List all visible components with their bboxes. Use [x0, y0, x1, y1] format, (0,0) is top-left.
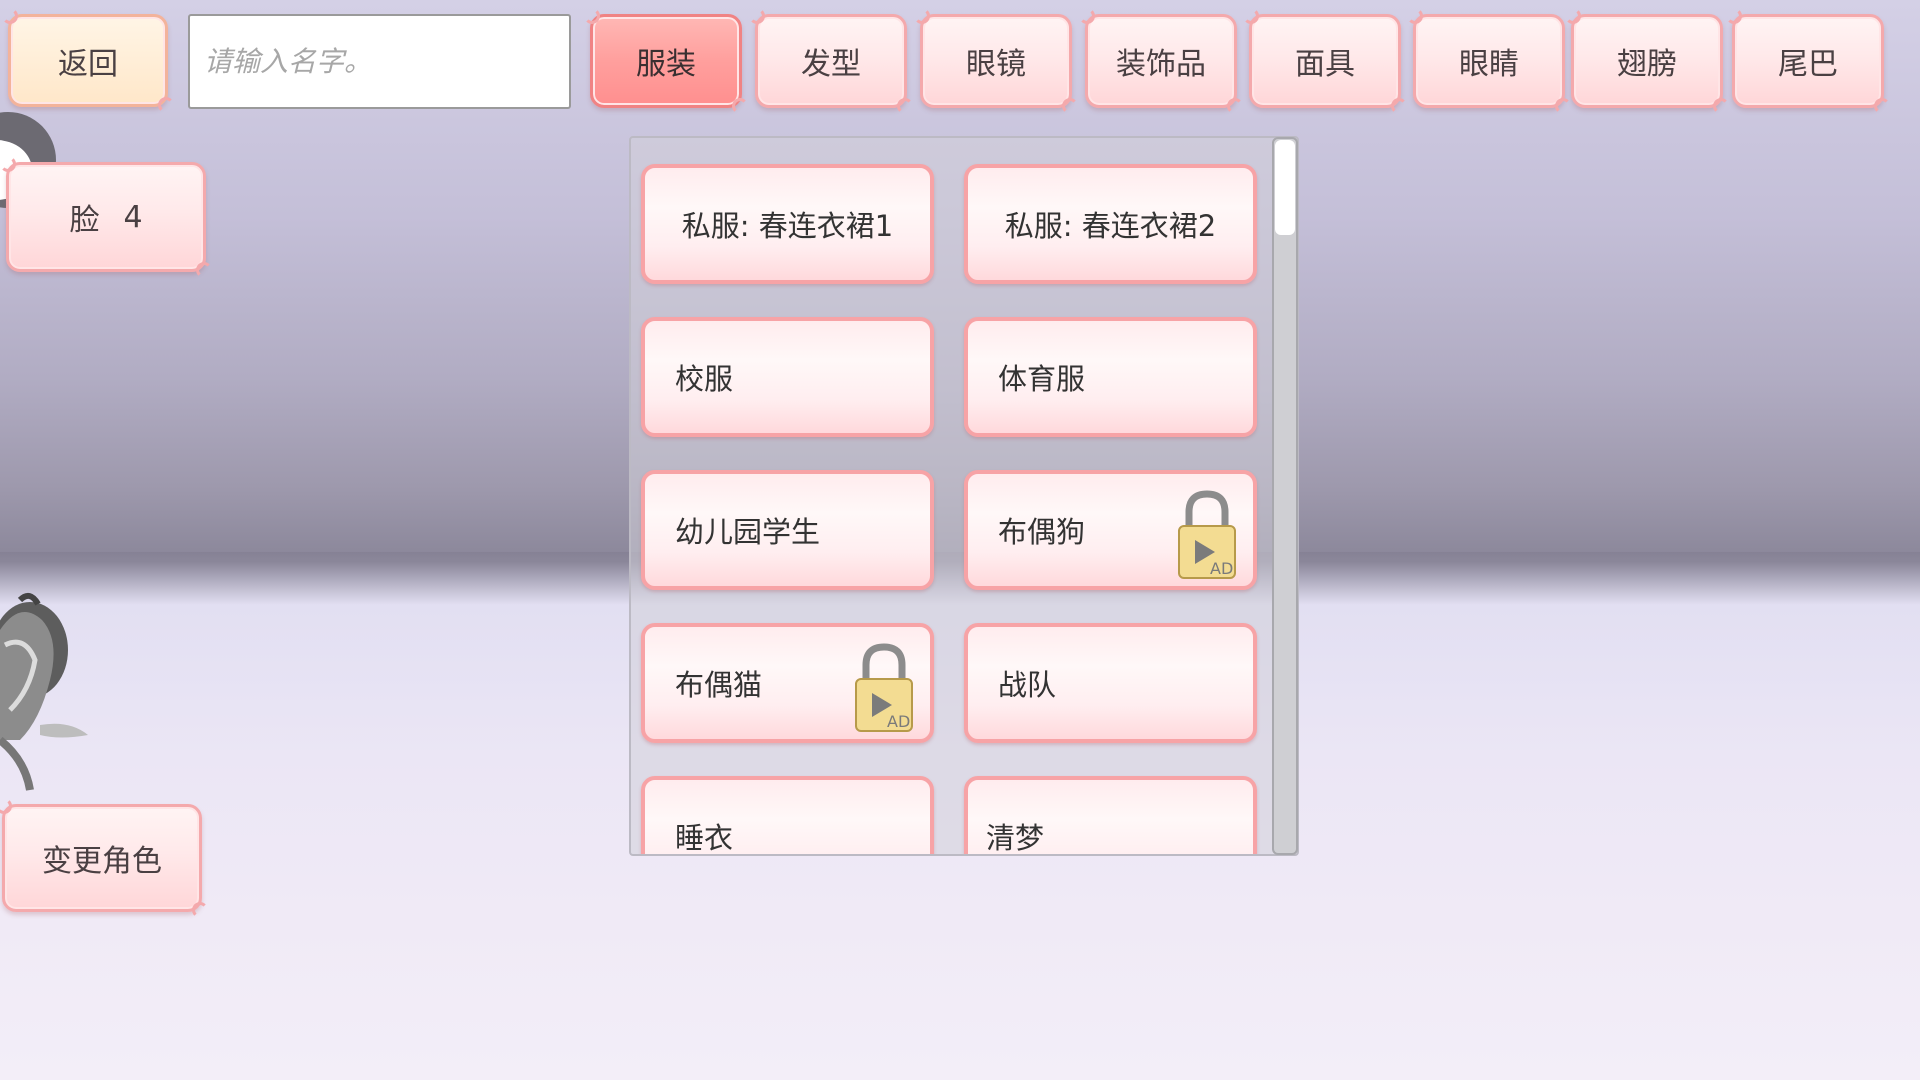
tab-glasses[interactable]: 眼镜	[914, 8, 1078, 114]
customization-screen: 返回 服装 发型 眼镜 装饰品 面具 眼睛 翅膀 尾巴 脸 4 变更角色	[0, 0, 1920, 1080]
ad-lock-icon: AD	[855, 643, 913, 732]
ad-lock-icon: AD	[1178, 490, 1236, 579]
ad-badge-text: AD	[887, 712, 910, 731]
clothing-item-school-uniform[interactable]: 校服	[641, 317, 934, 437]
tab-accessories[interactable]: 装饰品	[1079, 8, 1243, 114]
clothing-item-kindergarten[interactable]: 幼儿园学生	[641, 470, 934, 590]
tab-label: 眼镜	[966, 47, 1026, 82]
tab-label: 尾巴	[1778, 47, 1838, 82]
change-character-button[interactable]: 变更角色	[0, 798, 208, 918]
tab-wings[interactable]: 翅膀	[1565, 8, 1729, 114]
face-value: 4	[123, 199, 143, 235]
tab-mask[interactable]: 面具	[1243, 8, 1407, 114]
clothing-item-dress-1[interactable]: 私服: 春连衣裙1	[641, 164, 934, 284]
clothing-item-plush-cat[interactable]: 布偶猫 AD	[641, 623, 934, 743]
clothing-item-qingmeng[interactable]: 清梦	[964, 776, 1257, 855]
tab-label: 眼睛	[1459, 47, 1519, 82]
tab-label: 发型	[801, 47, 861, 82]
clothing-item-pajamas[interactable]: 睡衣	[641, 776, 934, 855]
face-label: 脸	[69, 203, 100, 238]
tab-label: 服装	[636, 47, 696, 82]
tab-hairstyle[interactable]: 发型	[749, 8, 913, 114]
clothing-item-label: 私服: 春连衣裙1	[681, 209, 894, 243]
back-button[interactable]: 返回	[2, 8, 174, 113]
clothing-item-label: 体育服	[998, 362, 1086, 396]
tab-clothing[interactable]: 服装	[584, 8, 748, 114]
tab-tail[interactable]: 尾巴	[1726, 8, 1890, 114]
clothing-item-label: 布偶猫	[675, 668, 763, 702]
tab-label: 装饰品	[1116, 47, 1206, 82]
scrollbar-thumb[interactable]	[1275, 140, 1295, 235]
change-character-label: 变更角色	[42, 844, 162, 879]
clothing-item-plush-dog[interactable]: 布偶狗 AD	[964, 470, 1257, 590]
face-selector-button[interactable]: 脸 4	[0, 156, 212, 278]
clothing-item-label: 战队	[998, 668, 1057, 702]
panel-scrollbar[interactable]	[1272, 137, 1298, 855]
tab-eyes[interactable]: 眼睛	[1407, 8, 1571, 114]
tab-label: 面具	[1295, 47, 1355, 82]
clothing-item-gym-uniform[interactable]: 体育服	[964, 317, 1257, 437]
tab-label: 翅膀	[1617, 47, 1677, 82]
clothing-item-dress-2[interactable]: 私服: 春连衣裙2	[964, 164, 1257, 284]
character-preview[interactable]	[0, 590, 95, 800]
clothing-list-panel[interactable]: 私服: 春连衣裙1 私服: 春连衣裙2 校服 体育服 幼儿园学生 布偶狗 AD …	[629, 136, 1299, 856]
back-button-label: 返回	[58, 46, 118, 82]
clothing-item-label: 布偶狗	[998, 515, 1086, 549]
clothing-item-label: 清梦	[986, 821, 1045, 855]
clothing-item-squad[interactable]: 战队	[964, 623, 1257, 743]
clothing-item-label: 校服	[675, 362, 734, 396]
name-input[interactable]	[188, 14, 571, 109]
clothing-item-label: 睡衣	[675, 821, 734, 855]
clothing-item-label: 私服: 春连衣裙2	[1004, 209, 1217, 243]
ad-badge-text: AD	[1210, 559, 1233, 578]
clothing-item-label: 幼儿园学生	[675, 515, 821, 549]
